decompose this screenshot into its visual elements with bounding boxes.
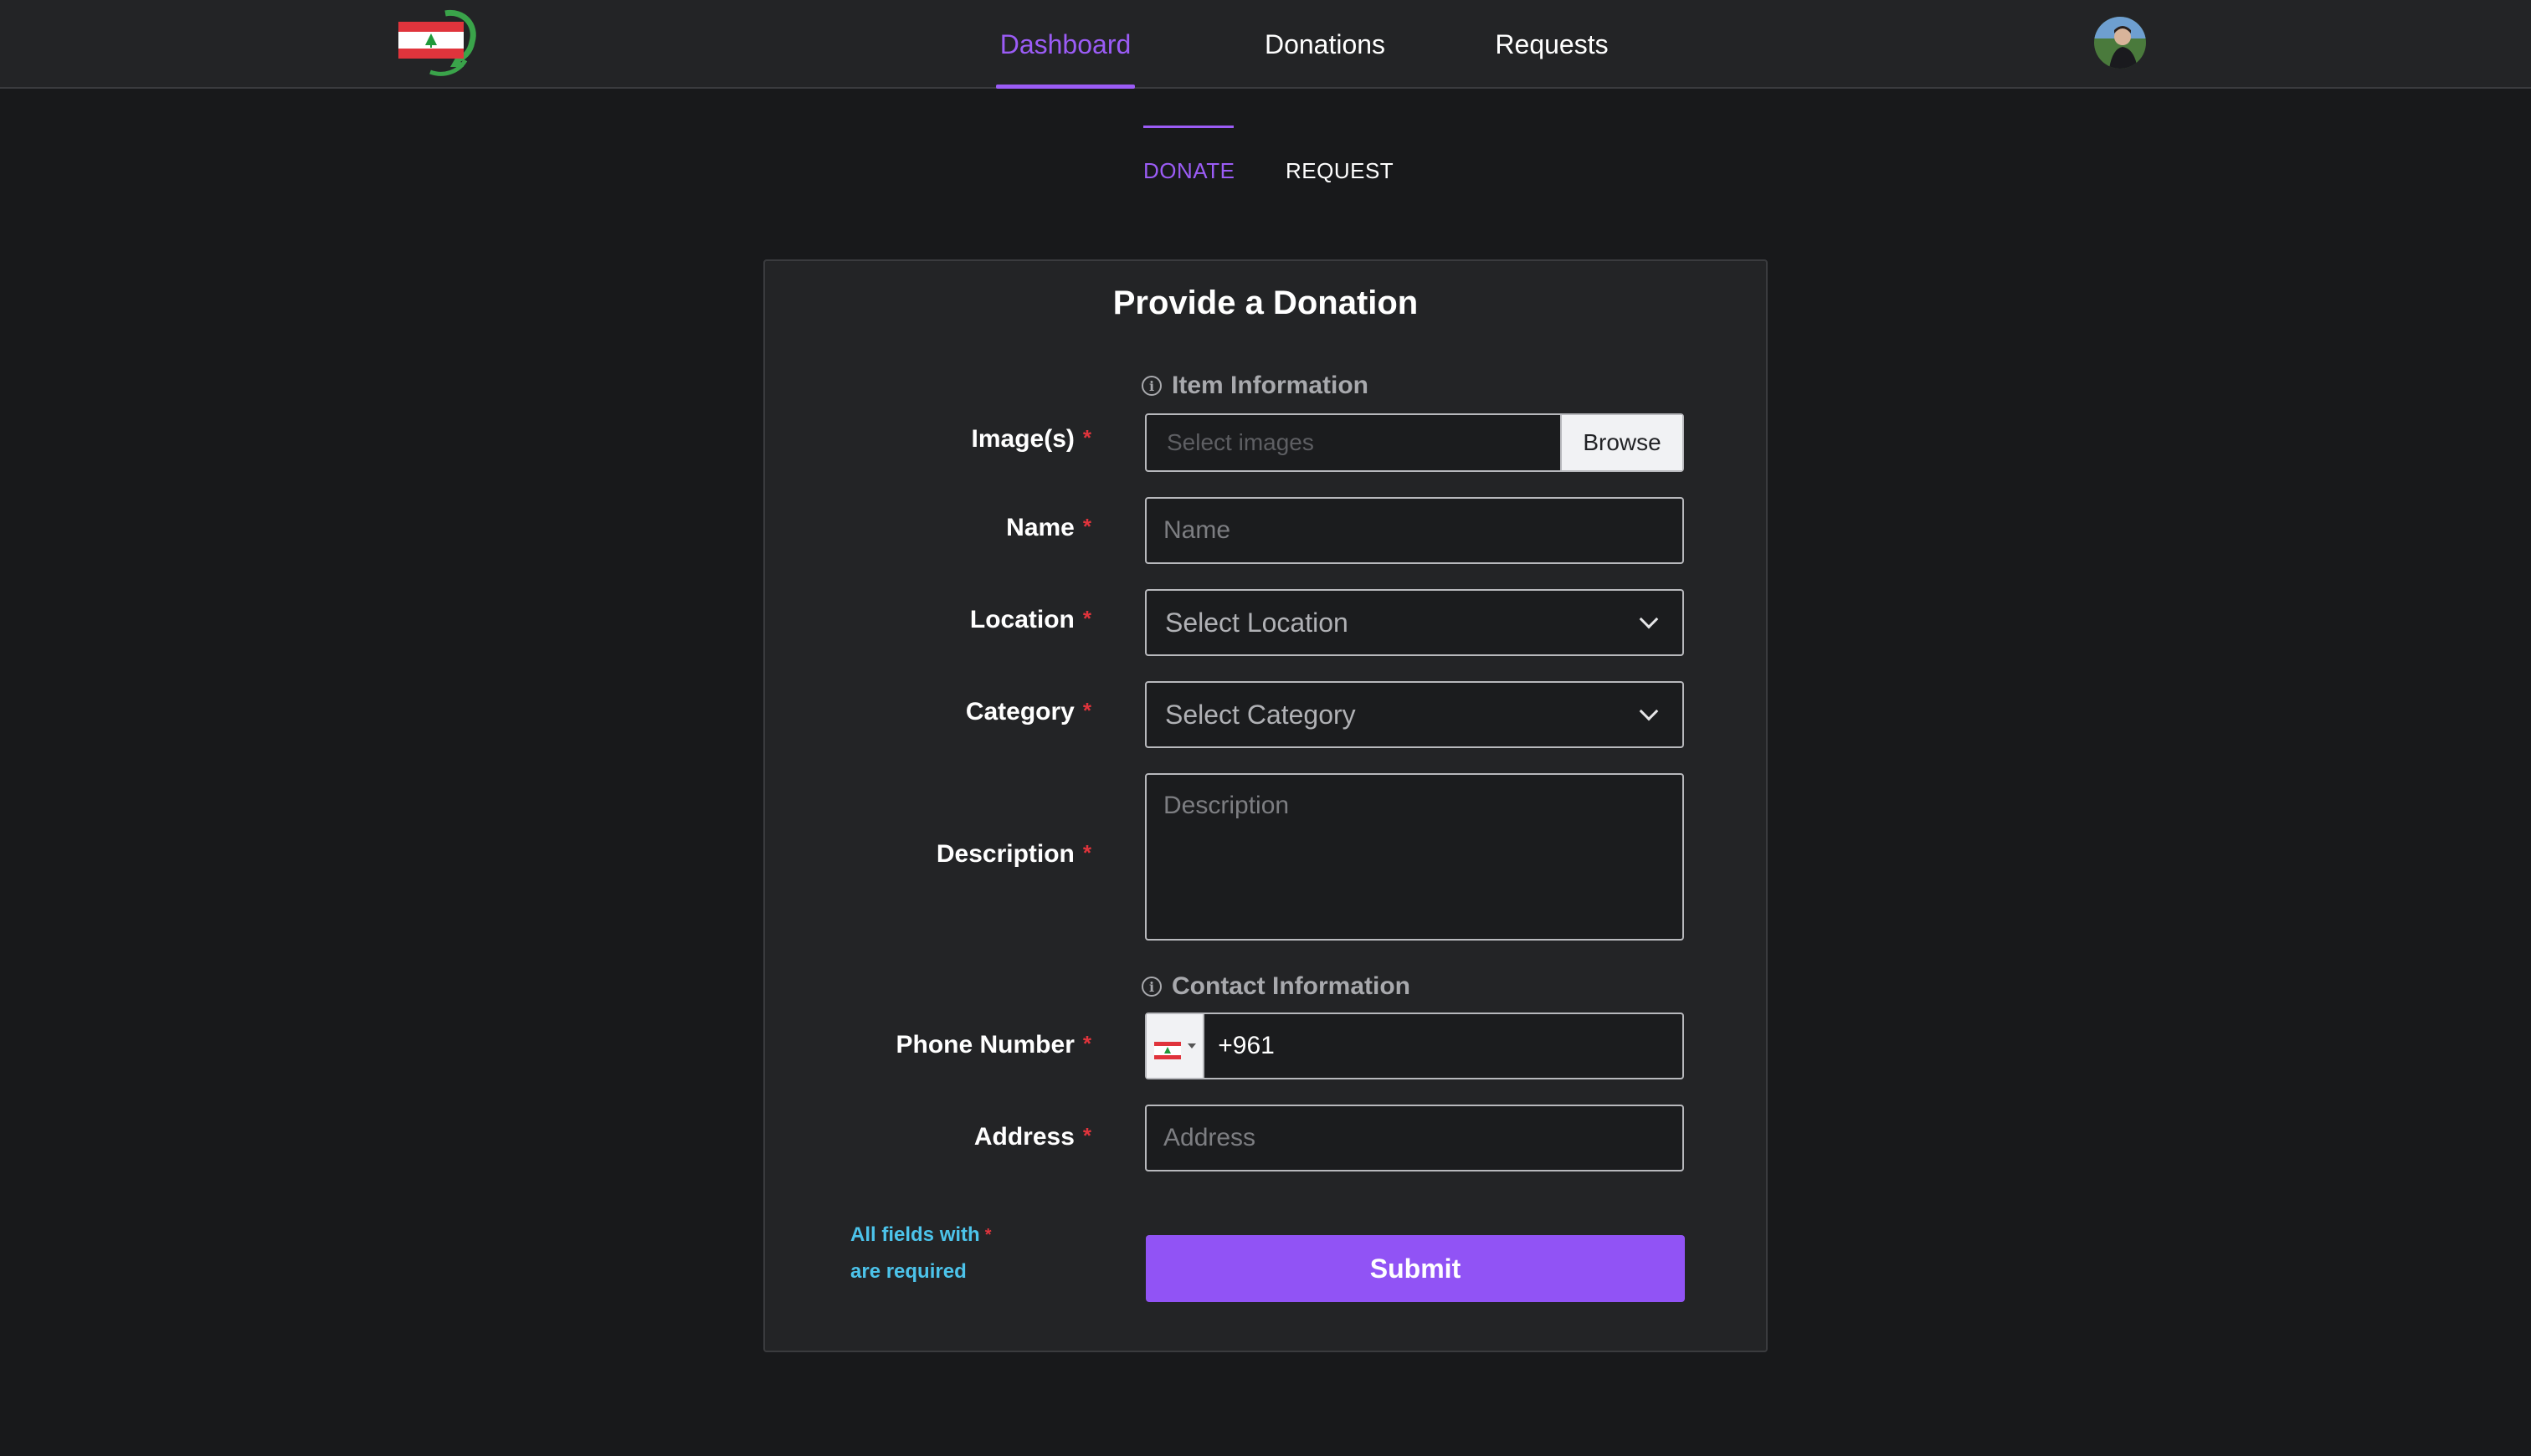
address-field[interactable] — [1145, 1105, 1684, 1171]
section-contact-information: i Contact Information — [1142, 972, 1410, 1001]
caret-down-icon — [1187, 1043, 1196, 1048]
country-code-dropdown[interactable] — [1147, 1014, 1205, 1078]
required-fields-note: All fields with * are required — [850, 1223, 992, 1283]
donation-form-card: Provide a Donation i Item Information Im… — [763, 259, 1768, 1352]
chevron-down-icon — [1639, 701, 1659, 721]
chevron-down-icon — [1639, 609, 1659, 629]
images-label: Image(s) * — [971, 425, 1092, 453]
form-title: Provide a Donation — [1112, 285, 1419, 321]
category-label: Category * — [965, 698, 1091, 725]
user-avatar[interactable] — [2094, 17, 2146, 69]
name-input[interactable] — [1147, 499, 1682, 562]
category-select-value: Select Category — [1165, 699, 1356, 730]
name-field[interactable] — [1145, 497, 1684, 564]
info-circle-icon: i — [1142, 376, 1162, 396]
images-placeholder: Select images — [1167, 429, 1314, 455]
nav-dashboard[interactable]: Dashboard — [996, 0, 1135, 89]
app-logo[interactable] — [397, 8, 477, 77]
tab-donate[interactable]: DONATE — [1143, 126, 1235, 186]
location-select-value: Select Location — [1165, 607, 1348, 638]
phone-field[interactable] — [1145, 1013, 1684, 1079]
address-input[interactable] — [1147, 1106, 1682, 1170]
category-select[interactable]: Select Category — [1145, 681, 1684, 748]
section-item-information: i Item Information — [1142, 372, 1368, 400]
description-textarea[interactable] — [1147, 775, 1682, 939]
nav-requests[interactable]: Requests — [1470, 0, 1634, 89]
submit-button[interactable]: Submit — [1146, 1235, 1685, 1302]
top-navbar: Dashboard Donations Requests — [0, 0, 2531, 89]
location-label: Location * — [969, 606, 1091, 633]
section-item-label: Item Information — [1172, 372, 1369, 399]
address-label: Address * — [973, 1123, 1091, 1151]
nav-donations[interactable]: Donations — [1240, 0, 1409, 89]
description-field[interactable] — [1145, 773, 1684, 941]
section-contact-label: Contact Information — [1172, 972, 1410, 1000]
name-label: Name * — [1006, 514, 1091, 541]
images-file-input[interactable]: Select images Browse — [1145, 413, 1684, 472]
lebanon-flag-icon — [1153, 1038, 1181, 1059]
tab-request[interactable]: REQUEST — [1286, 126, 1394, 186]
browse-button[interactable]: Browse — [1560, 415, 1682, 470]
location-select[interactable]: Select Location — [1145, 589, 1684, 656]
phone-label: Phone Number * — [896, 1031, 1091, 1059]
phone-input[interactable] — [1204, 1014, 1682, 1078]
description-label: Description * — [936, 840, 1091, 868]
info-circle-icon: i — [1142, 977, 1162, 997]
